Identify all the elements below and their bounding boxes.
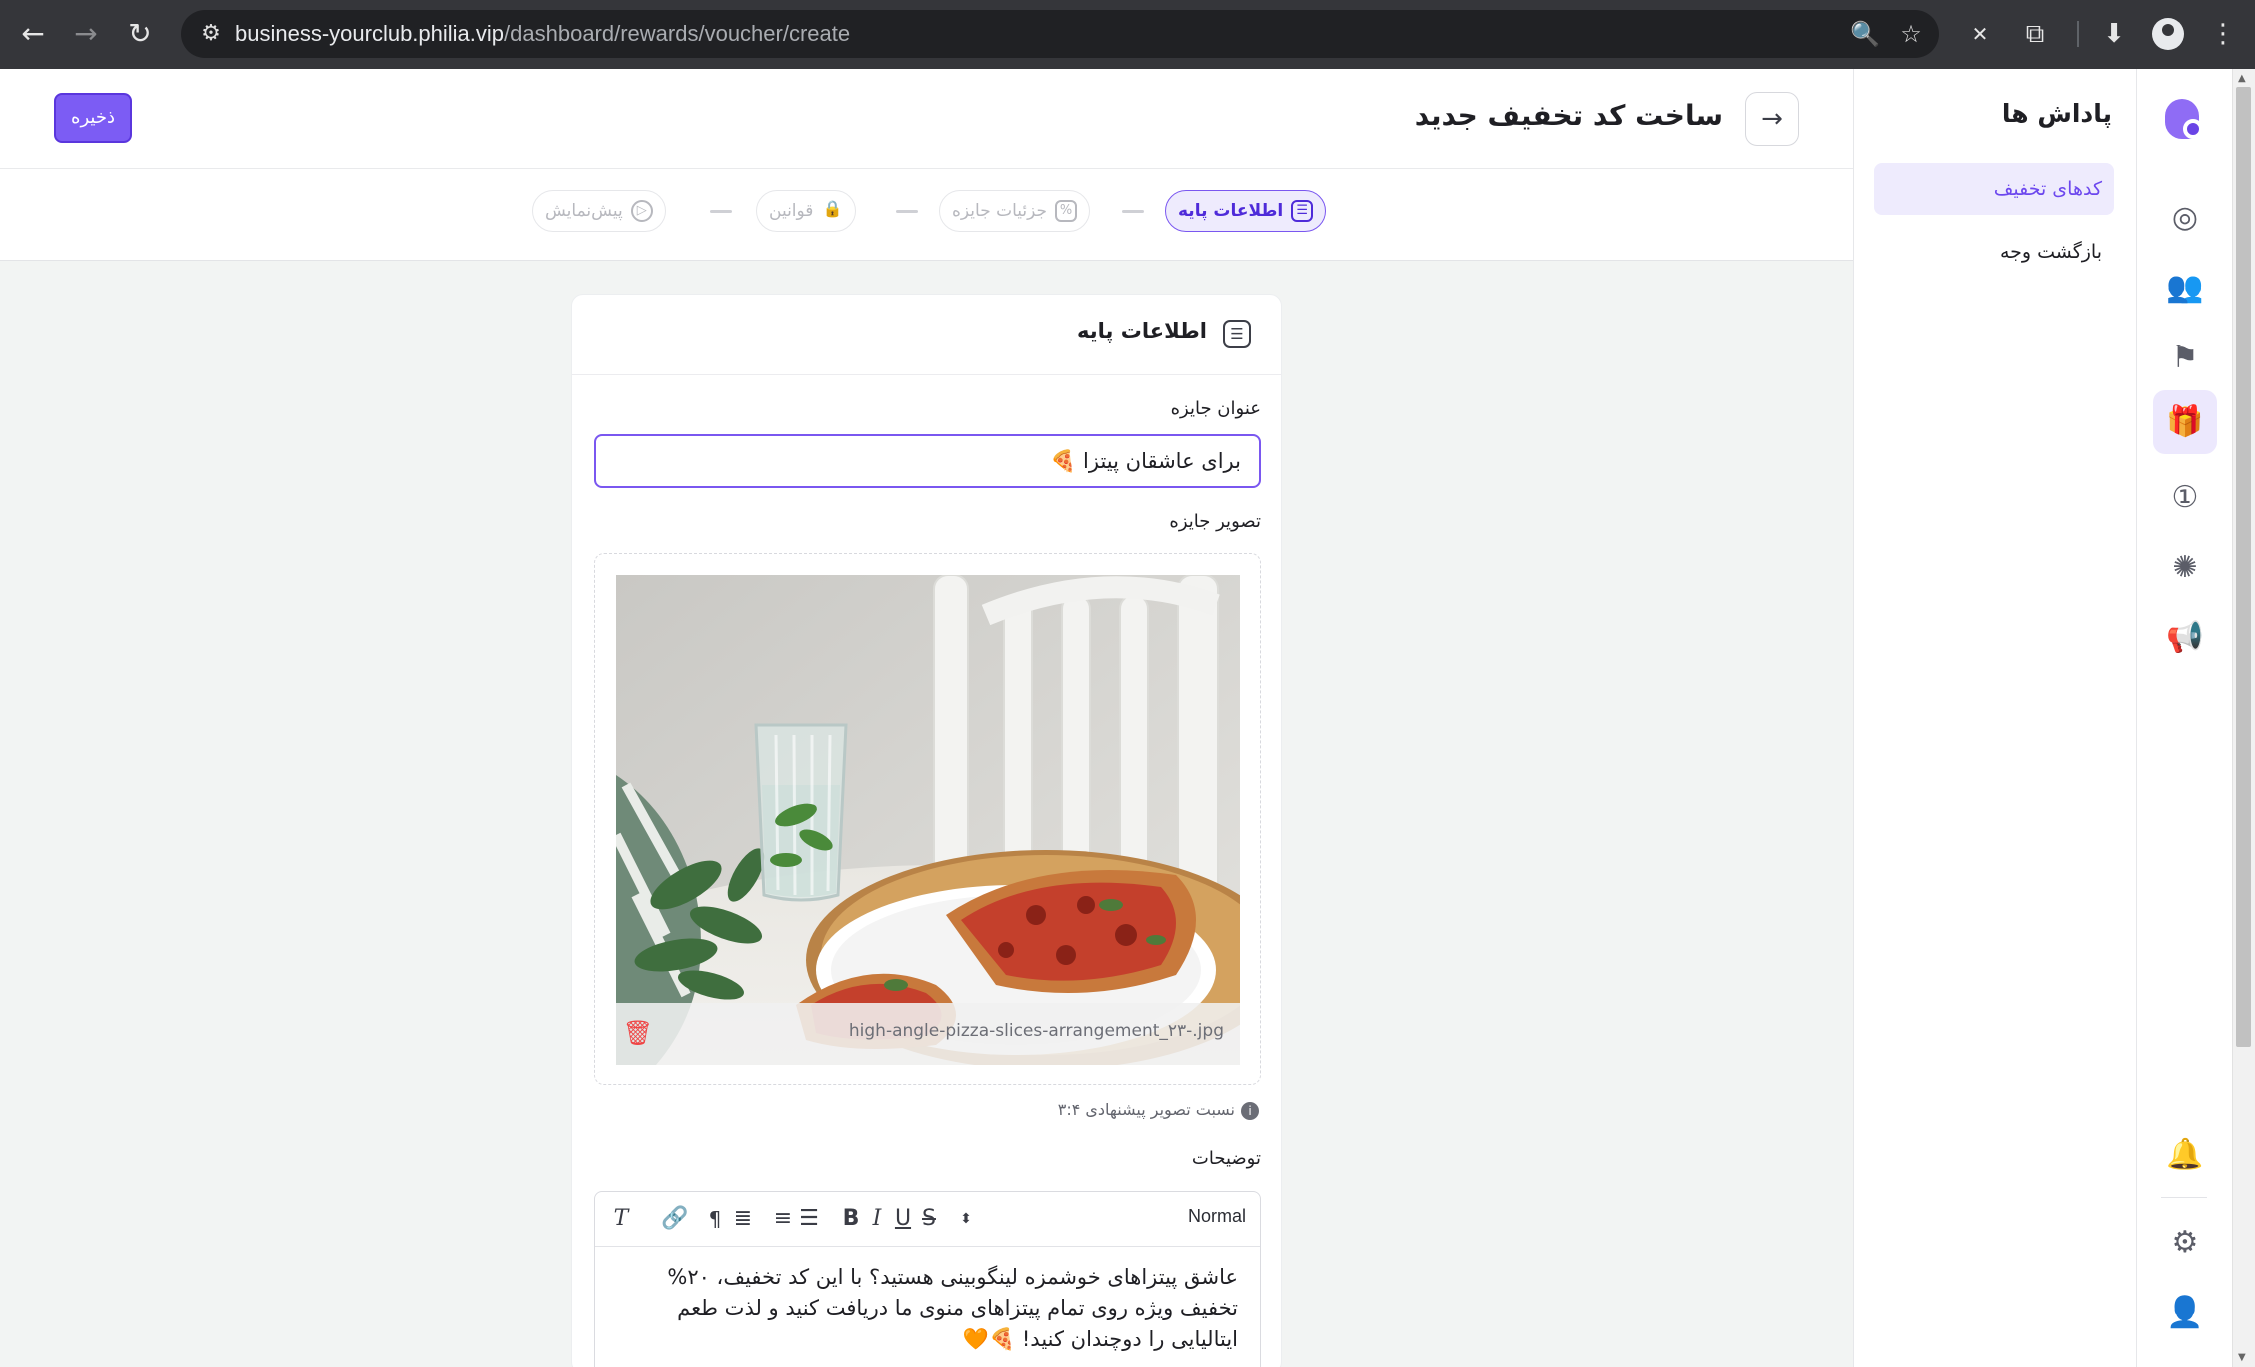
app-logo[interactable] [2165, 99, 2207, 141]
rail-coin-icon[interactable]: ① [2153, 466, 2217, 530]
step-basic-info[interactable]: ☰ اطلاعات پایه [1165, 190, 1327, 232]
numbered-list-icon[interactable]: ≡ [767, 1202, 799, 1236]
submenu-item-cashback[interactable]: بازگشت وجه [1874, 226, 2114, 278]
play-icon: ▷ [630, 200, 653, 222]
reward-image: high-angle-pizza-slices-arrangement_۲۳-.… [616, 575, 1240, 1065]
image-ratio-hint: i نسبت تصویر پیشنهادی ۳:۴ [1058, 1100, 1259, 1120]
rail-wheel-icon[interactable]: ✺ [2153, 536, 2217, 600]
forward-icon[interactable]: → [66, 14, 106, 54]
bell-icon[interactable]: 🔔 [2153, 1123, 2217, 1187]
download-icon[interactable]: ⬇ [2094, 14, 2134, 54]
rail-analytics-icon[interactable]: ◎ [2153, 186, 2217, 250]
basic-info-card: ☰ اطلاعات پایه عنوان جایزه برای عاشقان پ… [571, 294, 1282, 1367]
image-filename: high-angle-pizza-slices-arrangement_۲۳-.… [848, 1021, 1224, 1041]
close-icon[interactable]: ✕ [1960, 14, 2000, 54]
image-upload-box[interactable]: high-angle-pizza-slices-arrangement_۲۳-.… [594, 553, 1261, 1085]
submenu-title: پاداش ها [2001, 99, 2112, 128]
url-path: /dashboard/rewards/voucher/create [504, 21, 851, 46]
scroll-up-icon[interactable]: ▲ [2238, 73, 2246, 84]
site-settings-icon[interactable]: ⚙ [195, 18, 227, 50]
extensions-icon[interactable]: ⧉ [2015, 14, 2055, 54]
bold-icon[interactable]: B [835, 1202, 867, 1236]
step-label: اطلاعات پایه [1178, 201, 1284, 221]
percent-icon: % [1055, 200, 1078, 222]
step-separator [710, 210, 732, 213]
browser-menu-icon[interactable]: ⋮ [2203, 14, 2243, 54]
lock-icon: 🔒 [822, 199, 843, 218]
icon-rail: ◎ 👥 ⚑ 🎁 ① ✺ 📢 🔔 ⚙ 👤 [2136, 69, 2232, 1367]
chevron-updown-icon[interactable]: ⬍ [950, 1202, 982, 1236]
step-label: قوانین [769, 201, 814, 221]
reward-image-label: تصویر جایزه [1169, 511, 1261, 532]
profile-avatar-icon[interactable] [2152, 18, 2184, 50]
page-title: ساخت کد تخفیف جدید [1414, 99, 1723, 132]
page-header: → ساخت کد تخفیف جدید ذخیره [0, 69, 1853, 169]
step-preview[interactable]: ▷ پیش‌نمایش [532, 190, 666, 232]
address-bar[interactable]: ⚙ business-yourclub.philia.vip/dashboard… [181, 10, 1939, 58]
rail-users-icon[interactable]: 👥 [2153, 256, 2217, 320]
page-scrollbar[interactable]: ▲ ▼ [2232, 69, 2255, 1367]
step-separator [896, 210, 918, 213]
stepper: ☰ اطلاعات پایه % جزئیات جایزه 🔒 قوانین ▷ پیش… [0, 169, 1853, 261]
save-button[interactable]: ذخیره [54, 93, 132, 143]
description-editor[interactable]: Normal ⬍ S U I B ☰ ≡ ≣ ¶ 🔗 T عاشق پیتزاه… [594, 1191, 1261, 1367]
back-icon[interactable]: ← [13, 14, 53, 54]
card-header: ☰ اطلاعات پایه [572, 295, 1281, 375]
step-label: جزئیات جایزه [952, 201, 1048, 221]
hint-text: نسبت تصویر پیشنهادی ۳:۴ [1057, 1100, 1235, 1119]
reload-icon[interactable]: ↻ [120, 14, 160, 54]
url-text[interactable]: business-yourclub.philia.vip/dashboard/r… [235, 10, 850, 58]
rtl-direction-icon[interactable]: ¶ [699, 1202, 731, 1236]
list-icon: ☰ [1291, 200, 1314, 222]
bookmark-star-icon[interactable]: ☆ [1895, 18, 1927, 50]
list-icon: ☰ [1223, 320, 1251, 348]
step-label: پیش‌نمایش [545, 201, 623, 221]
card-title: اطلاعات پایه [1077, 319, 1207, 343]
step-rules[interactable]: 🔒 قوانین [756, 190, 857, 232]
link-icon[interactable]: 🔗 [659, 1202, 691, 1236]
align-icon[interactable]: ≣ [727, 1202, 759, 1236]
settings-icon[interactable]: ⚙ [2153, 1211, 2217, 1275]
scroll-thumb[interactable] [2236, 87, 2251, 1047]
back-button[interactable]: → [1745, 92, 1799, 146]
trash-icon[interactable]: 🗑 [620, 1015, 656, 1051]
browser-toolbar: ← → ↻ ⚙ business-yourclub.philia.vip/das… [0, 0, 2255, 69]
reward-title-input[interactable]: برای عاشقان پیتزا 🍕 [594, 434, 1261, 488]
scroll-down-icon[interactable]: ▼ [2238, 1352, 2246, 1363]
rail-flag-icon[interactable]: ⚑ [2153, 326, 2217, 390]
rail-megaphone-icon[interactable]: 📢 [2153, 606, 2217, 670]
step-separator [1122, 210, 1144, 213]
url-host: business-yourclub.philia.vip [235, 21, 505, 46]
info-icon: i [1241, 1101, 1259, 1120]
clear-format-icon[interactable]: T [605, 1202, 637, 1236]
rail-divider [2161, 1197, 2207, 1198]
description-text[interactable]: عاشق پیتزاهای خوشمزه لینگوبینی هستید؟ با… [618, 1262, 1238, 1355]
user-profile-icon[interactable]: 👤 [2153, 1281, 2217, 1345]
editor-toolbar: Normal ⬍ S U I B ☰ ≡ ≣ ¶ 🔗 T [595, 1192, 1260, 1247]
toolbar-divider [2077, 21, 2079, 47]
rewards-submenu: پاداش ها کدهای تخفیف بازگشت وجه [1853, 69, 2136, 1367]
reward-title-label: عنوان جایزه [1170, 398, 1261, 419]
zoom-icon[interactable]: 🔍 [1849, 18, 1881, 50]
description-label: توضیحات [1191, 1148, 1261, 1169]
text-style-select[interactable]: Normal [1188, 1206, 1246, 1227]
step-reward-details[interactable]: % جزئیات جایزه [939, 190, 1091, 232]
file-info-bar: high-angle-pizza-slices-arrangement_۲۳-.… [616, 1003, 1240, 1065]
text-style-value: Normal [1187, 1206, 1246, 1226]
submenu-item-vouchers[interactable]: کدهای تخفیف [1874, 163, 2114, 215]
rail-gift-icon[interactable]: 🎁 [2153, 390, 2217, 454]
